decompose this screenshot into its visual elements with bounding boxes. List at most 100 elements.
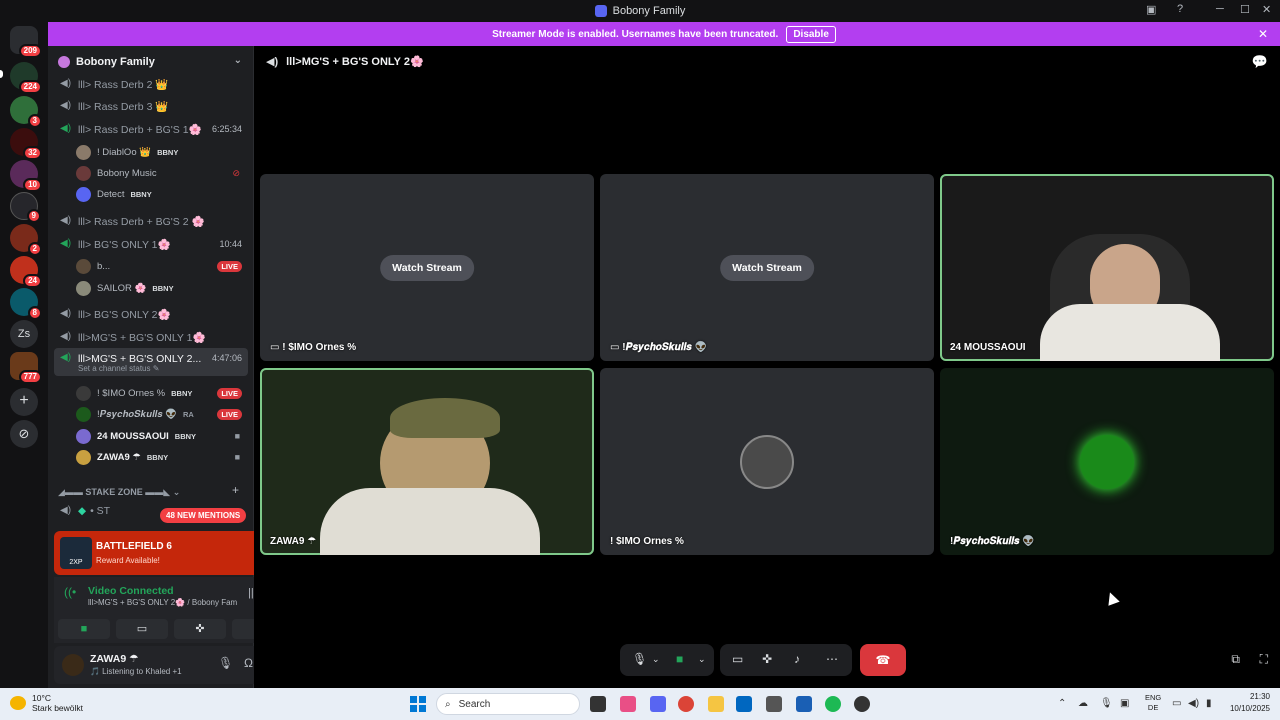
volume-icon[interactable]: ◀) — [1188, 698, 1199, 709]
channel-status[interactable]: Set a channel status ✎ — [78, 364, 159, 373]
tray-app-icon[interactable]: ▣ — [1120, 698, 1129, 709]
fullscreen-icon[interactable]: ⛶ — [1260, 652, 1268, 667]
inbox-icon[interactable]: ▣ — [1146, 3, 1156, 16]
store-icon[interactable] — [736, 696, 752, 712]
close-banner-icon[interactable]: ✕ — [1258, 27, 1268, 41]
windows-start-icon[interactable] — [410, 696, 426, 712]
new-mentions-pill[interactable]: 48 NEW MENTIONS — [160, 508, 247, 523]
voice-user[interactable]: ! $IMO Ornes % BBNY LIVE — [76, 384, 248, 402]
voice-channel-path[interactable]: lll>MG'S + BG'S ONLY 2🌸 / Bobony Fam... — [88, 598, 238, 607]
soundboard-icon[interactable]: ♪ — [794, 652, 800, 666]
microphone-tray-icon[interactable]: 🎙 — [1100, 698, 1113, 709]
channel-name: lll> BG'S ONLY 1🌸 — [78, 238, 171, 251]
server-icon[interactable]: 32 — [10, 128, 42, 160]
add-server-icon[interactable]: + — [10, 388, 38, 416]
voice-channel[interactable]: ◀) lll> Rass Derb + BG'S 1🌸 6:25:34 — [54, 119, 248, 139]
file-explorer-icon[interactable] — [708, 696, 724, 712]
server-folder[interactable]: 777 — [10, 352, 42, 384]
voice-user[interactable]: 24 MOUSSAOUI BBNY ■ — [76, 427, 248, 445]
camera-icon[interactable]: ■ — [676, 652, 683, 666]
voice-status[interactable]: Video Connected — [88, 585, 174, 597]
app-icon[interactable] — [766, 696, 782, 712]
help-icon[interactable]: ? — [1177, 3, 1183, 15]
server-icon[interactable]: 224 — [10, 62, 42, 94]
user-name: ! $IMO Ornes % — [97, 387, 166, 399]
voice-channel[interactable]: ◀) lll> BG'S ONLY 1🌸 10:44 — [54, 234, 248, 254]
discover-icon[interactable]: ⊘ — [10, 420, 38, 448]
voice-user[interactable]: !𝑷𝒔𝒚𝒄𝒉𝒐𝑺𝒌𝒖𝒍𝒍𝒔 👽 RA LIVE — [76, 405, 248, 423]
chrome-icon[interactable] — [678, 696, 694, 712]
server-icon[interactable]: 8 — [10, 288, 42, 320]
server-icon[interactable]: 3 — [10, 96, 42, 128]
screen-share-icon[interactable]: ▭ — [732, 652, 743, 666]
taskbar-search-box[interactable]: ⌕ Search — [436, 693, 580, 715]
video-tile[interactable]: Watch Stream ▭ ! $IMO Ornes % — [260, 174, 594, 361]
screen-share-button[interactable]: ▭ — [116, 619, 168, 639]
close-window-button[interactable]: ✕ — [1262, 3, 1271, 16]
headphones-icon[interactable]: Ω — [244, 656, 253, 670]
video-tile[interactable]: ! $IMO Ornes % — [600, 368, 934, 555]
server-icon[interactable]: 10 — [10, 160, 42, 192]
disconnect-button[interactable]: ☎ — [860, 644, 906, 676]
user-avatar[interactable] — [62, 654, 84, 676]
weather-widget[interactable]: 10°C Stark bewölkt — [10, 693, 83, 713]
copilot-icon[interactable] — [620, 696, 636, 712]
voice-channel[interactable]: ◀) lll> BG'S ONLY 2🌸 — [54, 304, 248, 324]
network-icon[interactable]: ▭ — [1172, 698, 1181, 709]
show-hidden-icons-icon[interactable]: ⌃ — [1058, 698, 1066, 709]
disable-streamer-mode-button[interactable]: Disable — [786, 25, 836, 43]
voice-user[interactable]: ZAWA9 ☂ BBNY ■ — [76, 448, 248, 466]
user-name[interactable]: ZAWA9 ☂ — [90, 653, 139, 665]
spotify-icon[interactable] — [825, 696, 841, 712]
popout-icon[interactable]: ⧉ — [1231, 652, 1240, 667]
watch-stream-button[interactable]: Watch Stream — [720, 254, 814, 281]
user-name: b... — [97, 260, 111, 272]
chevron-down-icon[interactable]: ⌄ — [652, 654, 660, 665]
home-button[interactable]: 209 — [10, 26, 42, 58]
microphone-icon[interactable]: 🎙 — [218, 656, 233, 670]
maximize-button[interactable]: ☐ — [1240, 3, 1250, 16]
chevron-down-icon[interactable]: ⌄ — [698, 654, 706, 665]
voice-channel[interactable]: ◀) lll> Rass Derb 3 👑 — [54, 96, 248, 116]
voice-user[interactable]: Bobony Music ⊘ — [76, 164, 248, 182]
minimize-button[interactable]: ─ — [1216, 3, 1224, 15]
server-icon[interactable]: 9 — [10, 192, 41, 223]
clock[interactable]: 21:30 10/10/2025 — [1230, 691, 1270, 715]
server-icon[interactable]: 2 — [10, 224, 42, 256]
app-icon[interactable] — [796, 696, 812, 712]
server-icon[interactable]: 24 — [10, 256, 42, 288]
window-title: Bobony Family — [612, 5, 686, 17]
language-code: ENG — [1145, 693, 1162, 702]
chat-bubble-icon[interactable]: 💬 — [1252, 54, 1268, 70]
camera-icon: ■ — [234, 431, 240, 441]
app-icon[interactable] — [854, 696, 870, 712]
battery-icon[interactable]: ▮ — [1206, 698, 1212, 709]
voice-channel-selected[interactable]: ◀) lll>MG'S + BG'S ONLY 2... 4:47:06 Set a … — [54, 348, 248, 376]
server-icon-zs[interactable]: Zs — [10, 320, 38, 348]
more-options-icon[interactable]: ⋯ — [826, 652, 838, 666]
watch-stream-button[interactable]: Watch Stream — [380, 254, 474, 281]
microphone-icon[interactable]: 🎙 — [632, 652, 647, 666]
signal-icon[interactable]: ((• — [64, 585, 76, 599]
video-tile[interactable]: Watch Stream ▭ !𝑷𝒔𝒚𝒄𝒉𝒐𝑺𝒌𝒖𝒍𝒍𝒔 👽 — [600, 174, 934, 361]
voice-user[interactable]: ! DiablOo 👑 BBNY — [76, 143, 248, 161]
voice-channel[interactable]: ◀) lll>MG'S + BG'S ONLY 1🌸 — [54, 327, 248, 347]
discord-taskbar-icon[interactable] — [650, 696, 666, 712]
task-view-icon[interactable] — [590, 696, 606, 712]
category-stake-zone[interactable]: ◢▬▬ STAKE ZONE ▬▬◣ ⌄ — [58, 487, 180, 498]
voice-user[interactable]: Detect BBNY — [76, 185, 248, 203]
create-channel-icon[interactable]: + — [232, 483, 239, 497]
camera-toggle-button[interactable]: ■ — [58, 619, 110, 639]
video-tile-speaking[interactable]: ZAWA9 ☂ — [260, 368, 594, 555]
voice-channel[interactable]: ◀) lll> Rass Derb + BG'S 2 🌸 — [54, 211, 248, 231]
video-tile-speaking[interactable]: 24 MOUSSAOUI — [940, 174, 1274, 361]
user-tag: BBNY — [152, 283, 174, 293]
voice-user[interactable]: b... LIVE — [76, 257, 248, 275]
video-tile[interactable]: !𝑷𝒔𝒚𝒄𝒉𝒐𝑺𝒌𝒖𝒍𝒍𝒔 👽 — [940, 368, 1274, 555]
voice-channel[interactable]: ◀) lll> Rass Derb 2 👑 — [54, 74, 248, 94]
activity-icon[interactable]: ✜ — [762, 652, 772, 666]
voice-user[interactable]: SAILOR 🌸 BBNY — [76, 279, 248, 297]
activity-button[interactable]: ✜ — [174, 619, 226, 639]
cloud-icon[interactable]: ☁ — [1078, 698, 1088, 709]
language-indicator[interactable]: ENG DE — [1145, 693, 1161, 713]
